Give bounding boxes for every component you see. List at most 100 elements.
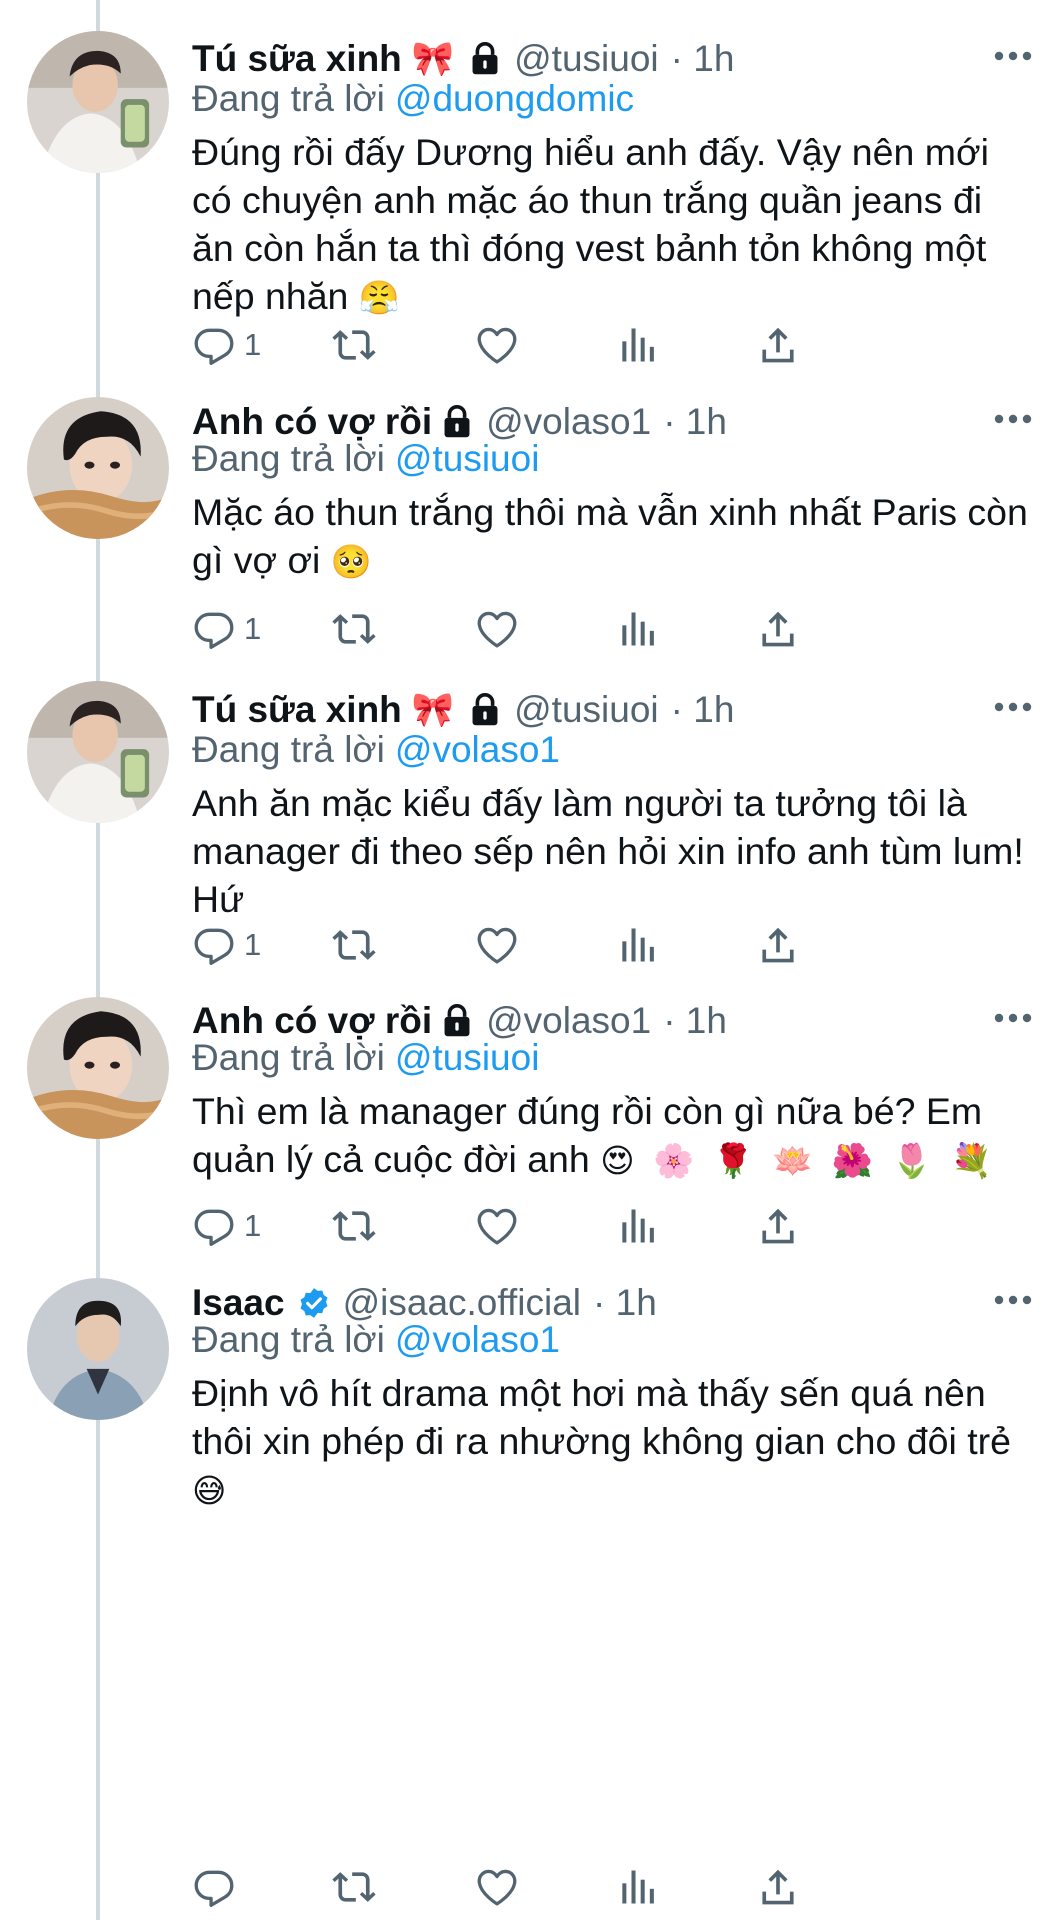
avatar[interactable] [27,1278,169,1420]
views-button[interactable] [615,320,659,370]
action-bar: 1 [192,320,992,370]
timestamp[interactable]: · 1h [671,38,735,80]
mention-link[interactable]: @tusiuoi [395,1037,540,1078]
handle[interactable]: @volaso1 [486,401,651,443]
handle[interactable]: @tusiuoi [514,38,659,80]
mention-link[interactable]: @volaso1 [395,729,560,770]
retweet-button[interactable] [332,1862,376,1912]
reply-button[interactable]: 1 [192,1201,261,1251]
replying-label: Đang trả lời [192,1319,385,1360]
display-name[interactable]: Anh có vợ rồi [192,1000,432,1042]
share-button[interactable] [756,320,800,370]
name-emoji: 🎀 [411,39,455,79]
replying-label: Đang trả lời [192,729,385,770]
action-bar [192,1862,992,1912]
reply-button[interactable]: 1 [192,604,261,654]
replying-to: Đang trả lời @volaso1 [192,1319,560,1361]
share-button[interactable] [756,920,800,970]
retweet-button[interactable] [332,320,376,370]
retweet-icon [332,923,376,967]
verified-badge-icon [297,1286,331,1320]
like-button[interactable] [475,320,519,370]
mention-link[interactable]: @volaso1 [395,1319,560,1360]
reply-icon [192,1865,236,1909]
replying-label: Đang trả lời [192,1037,385,1078]
share-icon [756,923,800,967]
share-button[interactable] [756,1201,800,1251]
views-button[interactable] [615,604,659,654]
retweet-button[interactable] [332,920,376,970]
heart-icon [475,1204,519,1248]
reply-icon [192,1204,236,1248]
lock-icon [440,404,474,440]
action-bar: 1 [192,920,992,970]
share-button[interactable] [756,604,800,654]
reply-button[interactable]: 1 [192,920,261,970]
views-button[interactable] [615,920,659,970]
analytics-icon [615,1204,659,1248]
handle[interactable]: @tusiuoi [514,689,659,731]
name-emoji: 🎀 [411,690,455,730]
share-icon [756,1204,800,1248]
reply-count: 1 [244,927,262,962]
more-icon[interactable] [993,701,1033,713]
retweet-icon [332,1204,376,1248]
more-icon[interactable] [993,413,1033,425]
timestamp[interactable]: · 1h [663,1000,727,1042]
tweet-emoji: 😅 [192,1471,231,1510]
action-bar: 1 [192,1201,992,1251]
replying-label: Đang trả lời [192,438,385,479]
share-icon [756,1865,800,1909]
reply-button[interactable]: 1 [192,320,261,370]
handle[interactable]: @isaac.official [343,1282,581,1324]
mention-link[interactable]: @tusiuoi [395,438,540,479]
more-icon[interactable] [993,1294,1033,1306]
timestamp[interactable]: · 1h [671,689,735,731]
share-button[interactable] [756,1862,800,1912]
retweet-button[interactable] [332,1201,376,1251]
retweet-icon [332,323,376,367]
avatar[interactable] [27,397,169,539]
lock-icon [468,41,502,77]
lock-icon [440,1003,474,1039]
heart-icon [475,323,519,367]
heart-icon [475,607,519,651]
like-button[interactable] [475,920,519,970]
thread-line [96,0,100,1920]
tweet-emoji: 😍 🌸 🌹 🪷 🌺 🌷 💐 [600,1141,997,1180]
reply-icon [192,607,236,651]
reply-count: 1 [244,327,262,362]
views-button[interactable] [615,1862,659,1912]
retweet-button[interactable] [332,604,376,654]
views-button[interactable] [615,1201,659,1251]
replying-label: Đang trả lời [192,78,385,119]
like-button[interactable] [475,604,519,654]
avatar[interactable] [27,681,169,823]
avatar[interactable] [27,31,169,173]
like-button[interactable] [475,1862,519,1912]
reply-button[interactable] [192,1862,244,1912]
display-name[interactable]: Isaac [192,1282,285,1324]
retweet-icon [332,1865,376,1909]
tweet-text: Mặc áo thun trắng thôi mà vẫn xinh nhất … [192,488,1032,586]
replying-to: Đang trả lời @tusiuoi [192,1037,539,1079]
heart-icon [475,923,519,967]
tweet-text-body: Đúng rồi đấy Dương hiểu anh đấy. Vậy nên… [192,131,1000,317]
timestamp[interactable]: · 1h [593,1282,657,1324]
mention-link[interactable]: @duongdomic [395,78,634,119]
reply-icon [192,923,236,967]
handle[interactable]: @volaso1 [486,1000,651,1042]
display-name[interactable]: Tú sữa xinh [192,689,402,731]
more-icon[interactable] [993,50,1033,62]
tweet-text: Thì em là manager đúng rồi còn gì nữa bé… [192,1087,1032,1185]
more-icon[interactable] [993,1012,1033,1024]
tweet-text-body: Mặc áo thun trắng thôi mà vẫn xinh nhất … [192,491,1039,581]
tweet-text-body: Định vô hít drama một hơi mà thấy sến qu… [192,1372,1011,1462]
display-name[interactable]: Tú sữa xinh [192,38,402,80]
timestamp[interactable]: · 1h [663,401,727,443]
like-button[interactable] [475,1201,519,1251]
tweet-emoji: 😤 [358,278,404,317]
display-name[interactable]: Anh có vợ rồi [192,401,432,443]
avatar[interactable] [27,997,169,1139]
share-icon [756,323,800,367]
